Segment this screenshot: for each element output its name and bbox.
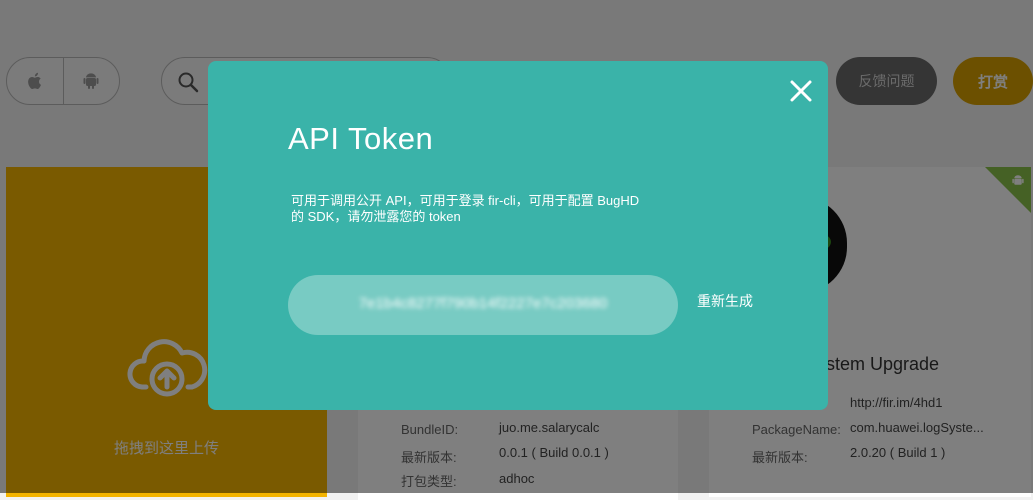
regenerate-button[interactable]: 重新生成 [697,291,753,311]
api-token-field[interactable]: 7e1b4c8277f790b14f2227e7c203680 [288,275,678,335]
modal-description: 可用于调用公开 API，可用于登录 fir-cli，可用于配置 BugHD 的 … [291,193,681,225]
description-line-1: 可用于调用公开 API，可用于登录 fir-cli，可用于配置 BugHD [291,193,640,208]
close-icon[interactable] [789,79,813,103]
modal-title: API Token [288,121,434,156]
description-line-2: 的 SDK，请勿泄露您的 token [291,209,461,224]
api-token-value: 7e1b4c8277f790b14f2227e7c203680 [358,295,608,312]
api-token-modal: API Token 可用于调用公开 API，可用于登录 fir-cli，可用于配… [208,61,828,410]
